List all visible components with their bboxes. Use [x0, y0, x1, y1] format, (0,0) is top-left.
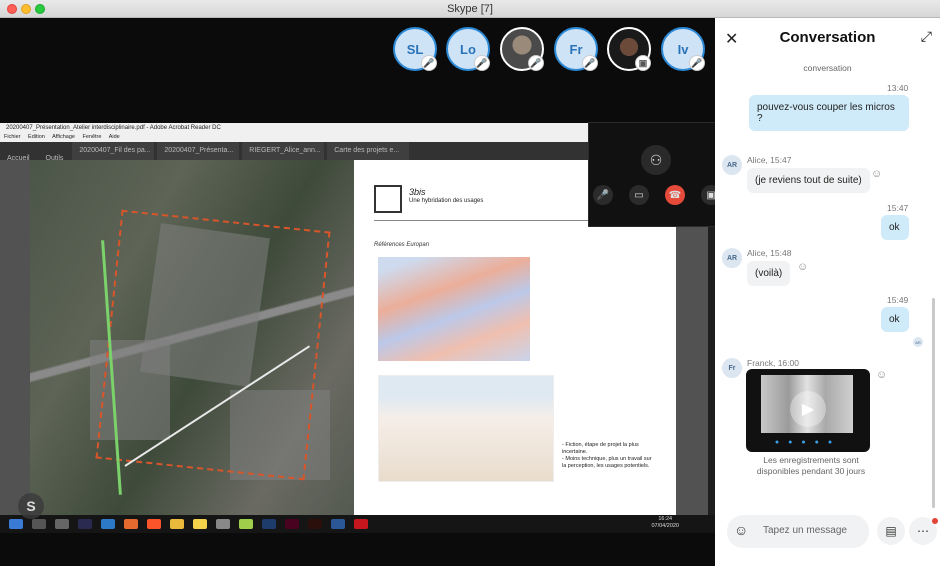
logo-subtitle: Une hybridation des usages: [409, 198, 484, 204]
mic-muted-icon: 🎤: [689, 55, 705, 71]
conversation-subtitle: conversation: [803, 63, 852, 73]
mic-muted-icon: 🎤: [528, 55, 544, 71]
reaction-icon[interactable]: ☺: [871, 168, 882, 180]
outgoing-message[interactable]: pouvez-vous couper les micros ?: [749, 95, 909, 131]
incoming-message[interactable]: (voilà): [747, 261, 791, 286]
microphone-button[interactable]: 🎤: [593, 185, 613, 205]
recording-note: Les enregistrements sont disponibles pen…: [756, 455, 866, 476]
play-icon[interactable]: ▶: [790, 391, 826, 427]
menu-item[interactable]: Aide: [109, 134, 120, 140]
participant-avatar[interactable]: SL 🎤: [393, 27, 437, 71]
media-gallery-button[interactable]: ▤: [877, 517, 905, 545]
message-meta: Franck, 16:00: [747, 358, 799, 368]
acrobat-icon[interactable]: [354, 519, 368, 529]
menu-item[interactable]: Fichier: [4, 134, 21, 140]
message-time: 13:40: [887, 83, 909, 93]
video-progress-dots: ●●●●●: [774, 439, 842, 446]
mic-muted-icon: 🎤: [582, 55, 598, 71]
axonometric-illustration: [378, 257, 530, 361]
window-title: Skype [7]: [447, 3, 493, 15]
message-time: 15:47: [887, 203, 909, 213]
app-icon[interactable]: [216, 519, 230, 529]
notification-dot: [932, 518, 938, 524]
participant-avatar[interactable]: ▣: [607, 27, 651, 71]
firefox-icon[interactable]: [124, 519, 138, 529]
document-tab[interactable]: RIEGERT_Alice_ann...: [242, 142, 325, 160]
message-time: 15:49: [887, 295, 909, 305]
slide-caption: - Fiction, étape de projet la plus incer…: [562, 442, 652, 469]
screen-share-icon: ▣: [635, 55, 651, 71]
participant-avatar[interactable]: Lo 🎤: [446, 27, 490, 71]
photoshop-icon[interactable]: [262, 519, 276, 529]
mic-muted-icon: 🎤: [474, 55, 490, 71]
hang-up-button[interactable]: ☎: [665, 185, 685, 205]
participant-avatar[interactable]: Fr 🎤: [554, 27, 598, 71]
folder-icon[interactable]: [170, 519, 184, 529]
message-input[interactable]: Tapez un message: [763, 525, 847, 536]
references-heading: Références Europan: [374, 242, 430, 248]
qgis-icon[interactable]: [239, 519, 253, 529]
steam-icon[interactable]: [78, 519, 92, 529]
message-meta: Alice, 15:48: [747, 248, 792, 258]
camera-button[interactable]: ▭: [629, 185, 649, 205]
taskbar-clock: 16:24 07/04/2020: [651, 516, 679, 529]
windows-taskbar: 16:24 07/04/2020: [0, 515, 715, 533]
skype-logo-icon: S: [18, 493, 44, 519]
emoji-icon[interactable]: ☺: [734, 522, 748, 538]
reaction-icon[interactable]: ☺: [797, 261, 808, 273]
read-receipt-avatar: AR: [913, 337, 923, 347]
title-bar: Skype [7]: [0, 0, 940, 18]
document-tab[interactable]: 20200407_Présenta...: [157, 142, 240, 160]
participant-avatar[interactable]: Iv 🎤: [661, 27, 705, 71]
document-tab[interactable]: 20200407_Fil des pa...: [72, 142, 155, 160]
outgoing-message[interactable]: ok: [881, 215, 909, 240]
document-tab[interactable]: Carte des projets e...: [327, 142, 410, 160]
recording-video[interactable]: ▶ ●●●●●: [746, 369, 870, 452]
avatar[interactable]: AR: [722, 248, 742, 268]
task-view-icon[interactable]: [55, 519, 69, 529]
mic-muted-icon: 🎤: [421, 55, 437, 71]
participants-icon[interactable]: ⚇: [641, 145, 671, 175]
conversation-panel: ✕ Conversation ⤢ conversation 13:40 pouv…: [715, 18, 940, 566]
menu-item[interactable]: Fenêtre: [82, 134, 101, 140]
message-input-bar[interactable]: ☺ Tapez un message: [727, 515, 869, 548]
word-icon[interactable]: [331, 519, 345, 529]
brave-icon[interactable]: [147, 519, 161, 529]
avatar[interactable]: Fr: [722, 358, 742, 378]
search-icon[interactable]: [32, 519, 46, 529]
menu-item[interactable]: Edition: [28, 134, 45, 140]
call-area: SL 🎤 Lo 🎤 🎤 Fr 🎤 ▣ Iv 🎤 20200407_Présentatio…: [0, 18, 721, 566]
perspective-sketch: [378, 375, 554, 482]
notes-icon[interactable]: [193, 519, 207, 529]
avatar[interactable]: AR: [722, 155, 742, 175]
message-meta: Alice, 15:47: [747, 155, 792, 165]
skype-icon[interactable]: [101, 519, 115, 529]
indesign-icon[interactable]: [285, 519, 299, 529]
reaction-icon[interactable]: ☺: [876, 369, 887, 381]
expand-icon[interactable]: ⤢: [921, 28, 932, 45]
menu-item[interactable]: Affichage: [52, 134, 75, 140]
start-icon[interactable]: [9, 519, 23, 529]
participant-avatar[interactable]: 🎤: [500, 27, 544, 71]
call-controls-popup: ⚇ 🎤 ▭ ☎ ▣: [588, 122, 721, 227]
scrollbar[interactable]: [932, 298, 935, 508]
incoming-message[interactable]: (je reviens tout de suite): [747, 168, 870, 193]
outgoing-message[interactable]: ok: [881, 307, 909, 332]
panel-title: Conversation: [779, 29, 876, 46]
illustrator-icon[interactable]: [308, 519, 322, 529]
cube-logo-icon: [374, 185, 402, 213]
aerial-map-image: [30, 160, 354, 515]
logo-title: 3bis: [409, 187, 426, 197]
